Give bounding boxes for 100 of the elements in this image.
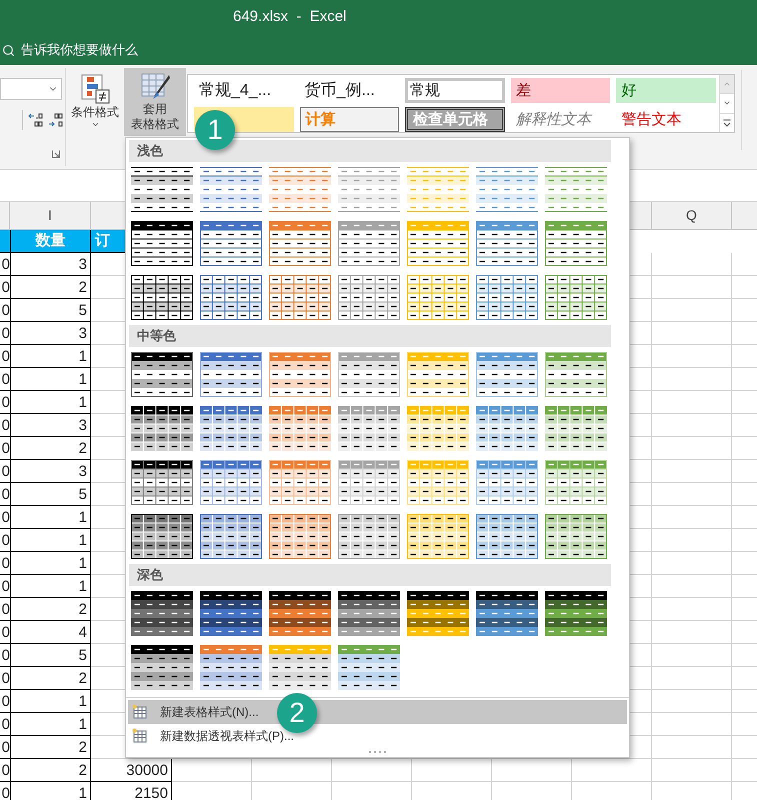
table-style-swatch[interactable] xyxy=(545,591,607,636)
table-style-swatch[interactable] xyxy=(269,275,331,320)
table-style-swatch[interactable] xyxy=(131,275,193,320)
table-style-swatch[interactable] xyxy=(131,406,193,451)
table-cell: 3 xyxy=(10,460,91,483)
table-cell: 0 xyxy=(0,299,10,322)
table-cell: 5 xyxy=(10,483,91,506)
table-style-swatch[interactable] xyxy=(200,406,262,451)
tell-me-field[interactable]: 告诉我你想要做什么 xyxy=(21,40,138,60)
format-as-table-button[interactable]: 套用 表格格式 xyxy=(124,68,186,136)
cell-style-swatch[interactable]: 差 xyxy=(510,78,610,103)
table-cell: 0 xyxy=(0,483,10,506)
table-style-swatch[interactable] xyxy=(545,406,607,451)
cell-style-swatch[interactable]: 常规 xyxy=(405,78,505,103)
table-style-swatch[interactable] xyxy=(131,221,193,266)
table-style-swatch[interactable] xyxy=(200,352,262,397)
decimal-increase-icon[interactable] xyxy=(28,113,44,127)
conditional-format-icon xyxy=(79,73,111,105)
table-cell: 1 xyxy=(10,782,91,800)
table-cell: 2150 xyxy=(91,782,172,800)
table-cell: 2 xyxy=(10,598,91,621)
search-icon[interactable] xyxy=(2,44,15,56)
table-style-swatch[interactable] xyxy=(200,167,262,212)
table-style-swatch[interactable] xyxy=(269,167,331,212)
table-cell: 4 xyxy=(10,621,91,644)
section-header: 深色 xyxy=(129,564,611,586)
table-style-swatch[interactable] xyxy=(200,275,262,320)
table-style-swatch[interactable] xyxy=(131,460,193,505)
table-style-swatch[interactable] xyxy=(131,591,193,636)
table-style-swatch[interactable] xyxy=(338,514,400,559)
table-style-swatch[interactable] xyxy=(338,591,400,636)
dialog-launcher-icon[interactable] xyxy=(52,150,60,158)
table-style-swatch[interactable] xyxy=(269,591,331,636)
table-style-icon xyxy=(132,728,148,744)
cell-style-swatch[interactable]: 好 xyxy=(616,78,716,103)
table-cell: 0 xyxy=(0,460,10,483)
decimal-decrease-icon[interactable] xyxy=(48,113,64,127)
table-style-swatch[interactable] xyxy=(131,352,193,397)
column-header[interactable]: I xyxy=(10,202,91,229)
table-style-swatch[interactable] xyxy=(407,406,469,451)
window-title: 649.xlsx - Excel xyxy=(233,7,346,28)
caret-icon xyxy=(90,120,100,129)
table-cell: 3 xyxy=(10,322,91,345)
resize-grip-icon[interactable] xyxy=(368,750,386,754)
table-style-swatch[interactable] xyxy=(476,514,538,559)
table-cell[interactable] xyxy=(0,230,10,253)
table-cell: 0 xyxy=(0,690,10,713)
table-style-swatch[interactable] xyxy=(338,167,400,212)
table-cell: 0 xyxy=(0,552,10,575)
table-cell: 1 xyxy=(10,506,91,529)
table-style-swatch[interactable] xyxy=(338,275,400,320)
table-style-swatch[interactable] xyxy=(131,645,193,690)
table-style-swatch[interactable] xyxy=(131,514,193,559)
table-style-swatch[interactable] xyxy=(200,221,262,266)
table-cell: 0 xyxy=(0,667,10,690)
table-cell: 3 xyxy=(10,253,91,276)
table-cell: 0 xyxy=(0,621,10,644)
table-style-swatch[interactable] xyxy=(131,167,193,212)
table-style-swatch[interactable] xyxy=(269,645,331,690)
table-cell: 2 xyxy=(10,437,91,460)
table-cell: 1 xyxy=(10,368,91,391)
table-style-swatch[interactable] xyxy=(269,406,331,451)
table-cell: 1 xyxy=(10,529,91,552)
table-style-swatch[interactable] xyxy=(200,514,262,559)
table-style-swatch[interactable] xyxy=(200,460,262,505)
table-style-swatch[interactable] xyxy=(545,514,607,559)
table-cell: 0 xyxy=(0,575,10,598)
table-style-swatch[interactable] xyxy=(476,591,538,636)
table-style-swatch[interactable] xyxy=(476,406,538,451)
section-header: 浅色 xyxy=(129,140,611,162)
table-style-swatch[interactable] xyxy=(545,167,607,212)
table-cell: 2 xyxy=(10,667,91,690)
table-cell: 30000 xyxy=(91,759,172,782)
format-as-table-icon xyxy=(139,72,171,102)
table-cell: 0 xyxy=(0,713,10,736)
table-cell: 0 xyxy=(0,644,10,667)
table-style-swatch[interactable] xyxy=(476,275,538,320)
table-style-swatch[interactable] xyxy=(407,167,469,212)
table-style-swatch[interactable] xyxy=(545,221,607,266)
table-style-swatch[interactable] xyxy=(338,221,400,266)
table-cell: 2 xyxy=(10,759,91,782)
table-style-swatch[interactable] xyxy=(200,591,262,636)
table-cell: 2 xyxy=(10,736,91,759)
table-style-swatch[interactable] xyxy=(476,221,538,266)
table-cell: 1 xyxy=(10,690,91,713)
table-style-swatch[interactable] xyxy=(407,591,469,636)
table-cell: 0 xyxy=(0,414,10,437)
table-cell: 0 xyxy=(0,322,10,345)
table-style-swatch[interactable] xyxy=(476,167,538,212)
table-style-swatch[interactable] xyxy=(545,275,607,320)
table-style-swatch[interactable] xyxy=(269,221,331,266)
table-cell: 0 xyxy=(0,759,10,782)
table-cell: 1 xyxy=(10,345,91,368)
table-style-swatch[interactable] xyxy=(200,645,262,690)
table-style-swatch[interactable] xyxy=(269,514,331,559)
column-header[interactable]: Q xyxy=(652,202,732,229)
conditional-format-button[interactable]: 条件格式 xyxy=(66,70,124,139)
section-header: 中等色 xyxy=(129,325,611,347)
table-style-swatch[interactable] xyxy=(338,645,400,690)
table-style-swatch[interactable] xyxy=(338,406,400,451)
